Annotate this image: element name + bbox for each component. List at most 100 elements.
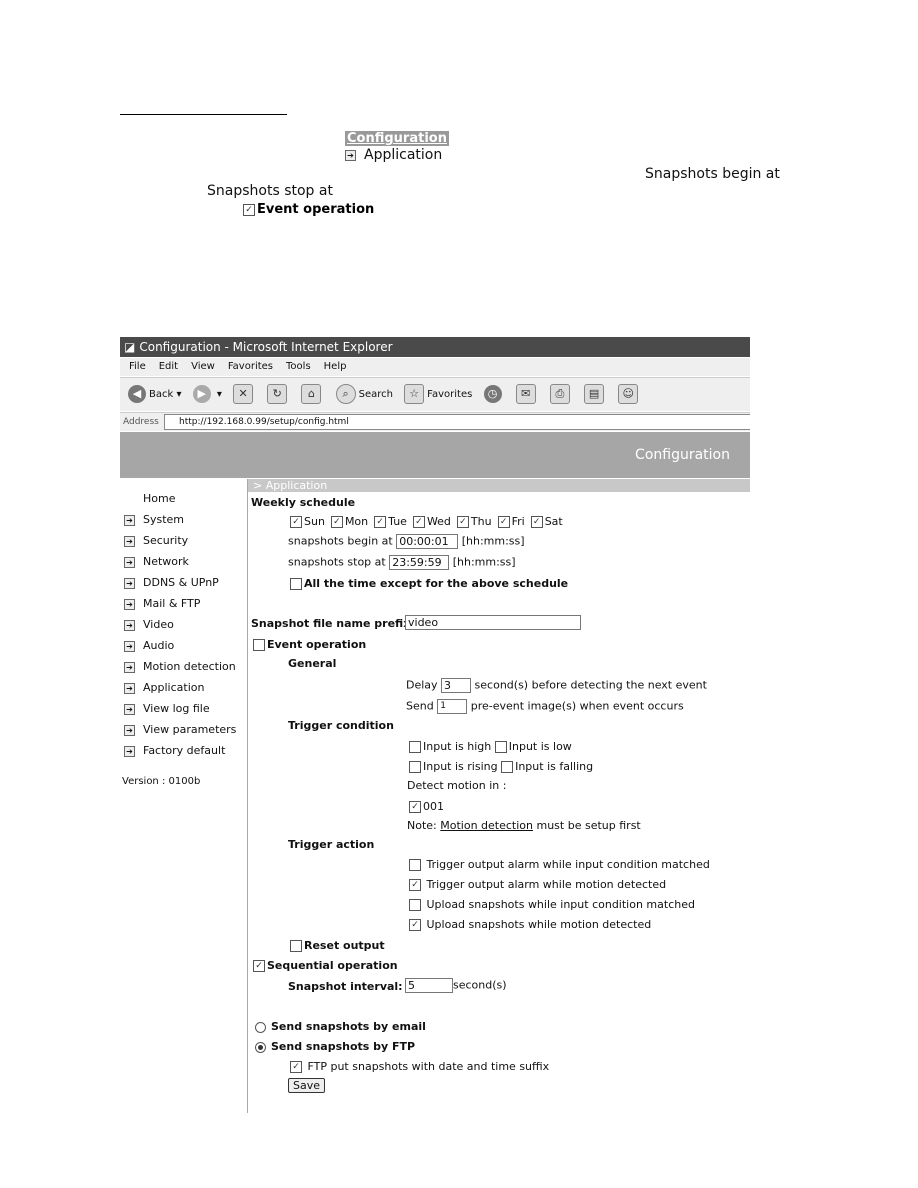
sidebar-item-security[interactable]: ➔ Security: [124, 534, 188, 547]
input-high-label: Input is high: [423, 740, 492, 753]
trigger-action-row[interactable]: ✓ Trigger output alarm while motion dete…: [409, 878, 666, 891]
day-thu[interactable]: ✓ Thu: [456, 515, 492, 528]
stop-icon[interactable]: ✕: [233, 384, 254, 404]
menu-help[interactable]: Help: [324, 361, 347, 372]
sidebar-item-home[interactable]: Home: [143, 492, 175, 505]
event-operation-row[interactable]: Event operation: [253, 638, 366, 651]
checkbox-checked[interactable]: ✓: [290, 1061, 302, 1073]
sidebar-item-view-parameters[interactable]: ➔ View parameters: [124, 723, 236, 736]
checkbox-checked[interactable]: ✓: [497, 516, 510, 528]
interval-input[interactable]: 5: [405, 978, 453, 993]
checkbox-checked[interactable]: ✓: [409, 801, 421, 813]
sidebar-item-factory-default[interactable]: ➔ Factory default: [124, 744, 225, 757]
checkbox-checked[interactable]: ✓: [456, 516, 469, 528]
menu-favorites[interactable]: Favorites: [228, 361, 273, 372]
day-fri[interactable]: ✓ Fri: [497, 515, 525, 528]
send-ftp-label: Send snapshots by FTP: [271, 1040, 416, 1053]
day-sun[interactable]: ✓ Sun: [290, 515, 325, 528]
trigger-action-row[interactable]: ✓ Upload snapshots while motion detected: [409, 918, 651, 931]
home-icon[interactable]: ⌂: [301, 384, 322, 404]
checkbox[interactable]: [494, 741, 507, 753]
sidebar-item-network[interactable]: ➔ Network: [124, 555, 189, 568]
sidebar-item-system[interactable]: ➔ System: [124, 513, 184, 526]
stop-row: snapshots stop at 23:59:59 [hh:mm:ss]: [288, 555, 516, 570]
address-input[interactable]: http://192.168.0.99/setup/config.html: [164, 414, 750, 430]
divider: [120, 114, 287, 115]
send-input[interactable]: 1: [437, 699, 468, 714]
search-button[interactable]: ⌕ Search: [328, 384, 393, 404]
checkbox[interactable]: [290, 578, 302, 590]
radio-email[interactable]: [255, 1021, 266, 1033]
menu-view[interactable]: View: [191, 361, 215, 372]
forward-icon[interactable]: ▶: [192, 385, 211, 403]
sequential-operation-row[interactable]: ✓ Sequential operation: [253, 959, 398, 972]
day-wed[interactable]: ✓ Wed: [412, 515, 451, 528]
checkbox-checked[interactable]: ✓: [530, 516, 543, 528]
checkbox-checked[interactable]: ✓: [253, 960, 265, 972]
ftp-suffix-row[interactable]: ✓ FTP put snapshots with date and time s…: [290, 1060, 549, 1073]
print-icon[interactable]: ⎙: [549, 384, 570, 404]
delay-input[interactable]: 3: [441, 678, 472, 693]
note-row: Note: Motion detection must be setup fir…: [407, 819, 641, 832]
back-button[interactable]: ◀ Back ▾: [120, 385, 181, 403]
send-ftp-row[interactable]: Send snapshots by FTP: [255, 1040, 415, 1053]
sidebar-item-label: Factory default: [143, 744, 226, 757]
input-rising-label: Input is rising: [423, 760, 498, 773]
menu-file[interactable]: File: [129, 361, 146, 372]
history-icon[interactable]: ◷: [483, 385, 502, 403]
trigger-action-row[interactable]: Upload snapshots while input condition m…: [409, 898, 695, 911]
checkbox-checked[interactable]: ✓: [374, 516, 387, 528]
sidebar-item-application[interactable]: ➔ Application: [124, 681, 204, 694]
sidebar-item-video[interactable]: ➔ Video: [124, 618, 174, 631]
checkbox[interactable]: [409, 859, 421, 871]
prefix-input[interactable]: video: [405, 615, 581, 630]
sidebar-item-label: Audio: [143, 639, 175, 652]
day-sat[interactable]: ✓ Sat: [530, 515, 563, 528]
menu-bar: File Edit View Favorites Tools Help: [120, 358, 750, 376]
menu-tools[interactable]: Tools: [286, 361, 311, 372]
checkbox-checked[interactable]: ✓: [290, 516, 302, 528]
sidebar-item-label: Application: [143, 681, 205, 694]
checkbox[interactable]: [253, 639, 265, 651]
day-label: Thu: [470, 515, 492, 528]
refresh-icon[interactable]: ↻: [267, 384, 288, 404]
day-label: Wed: [426, 515, 451, 528]
sidebar-item-mail-ftp[interactable]: ➔ Mail & FTP: [124, 597, 200, 610]
sidebar-item-motion-detection[interactable]: ➔ Motion detection: [124, 660, 236, 673]
motion-detection-link[interactable]: Motion detection: [440, 819, 533, 832]
checkbox-checked[interactable]: ✓: [330, 516, 343, 528]
application-label: Application: [364, 147, 443, 163]
checkbox[interactable]: [409, 899, 421, 911]
day-mon[interactable]: ✓ Mon: [330, 515, 368, 528]
favorites-button[interactable]: ☆ Favorites: [396, 384, 472, 404]
sidebar-item-ddns-upnp[interactable]: ➔ DDNS & UPnP: [124, 576, 219, 589]
motion-window-row[interactable]: ✓ 001: [409, 800, 444, 813]
stop-time-input[interactable]: 23:59:59: [389, 555, 450, 570]
all-time-except-row[interactable]: All the time except for the above schedu…: [290, 577, 568, 590]
sidebar-item-audio[interactable]: ➔ Audio: [124, 639, 174, 652]
menu-edit[interactable]: Edit: [159, 361, 178, 372]
send-email-row[interactable]: Send snapshots by email: [255, 1020, 426, 1033]
messenger-icon[interactable]: ☺: [618, 384, 639, 404]
trigger-action-row[interactable]: Trigger output alarm while input conditi…: [409, 858, 710, 871]
edit-icon[interactable]: ▤: [584, 384, 605, 404]
begin-time-input[interactable]: 00:00:01: [396, 534, 459, 549]
stop-label: snapshots stop at: [288, 555, 386, 569]
checkbox[interactable]: [290, 940, 302, 952]
checkbox-checked[interactable]: ✓: [412, 516, 425, 528]
checkbox-checked[interactable]: ✓: [409, 879, 421, 891]
day-tue[interactable]: ✓ Tue: [374, 515, 407, 528]
save-button[interactable]: Save: [288, 1078, 326, 1093]
checkbox[interactable]: [409, 761, 421, 773]
input-low-label: Input is low: [508, 740, 572, 753]
sidebar-item-view-log-file[interactable]: ➔ View log file: [124, 702, 210, 715]
mail-icon[interactable]: ✉: [515, 384, 536, 404]
checkbox[interactable]: [501, 761, 514, 773]
reset-output-row[interactable]: Reset output: [290, 939, 385, 952]
event-operation-snippet: ✓ Event operation: [243, 202, 374, 217]
weekly-schedule-heading: Weekly schedule: [251, 496, 356, 509]
checkbox[interactable]: [409, 741, 421, 753]
radio-ftp[interactable]: [255, 1041, 266, 1053]
checkbox-checked[interactable]: ✓: [409, 919, 421, 931]
note-suffix: must be setup first: [536, 819, 641, 832]
